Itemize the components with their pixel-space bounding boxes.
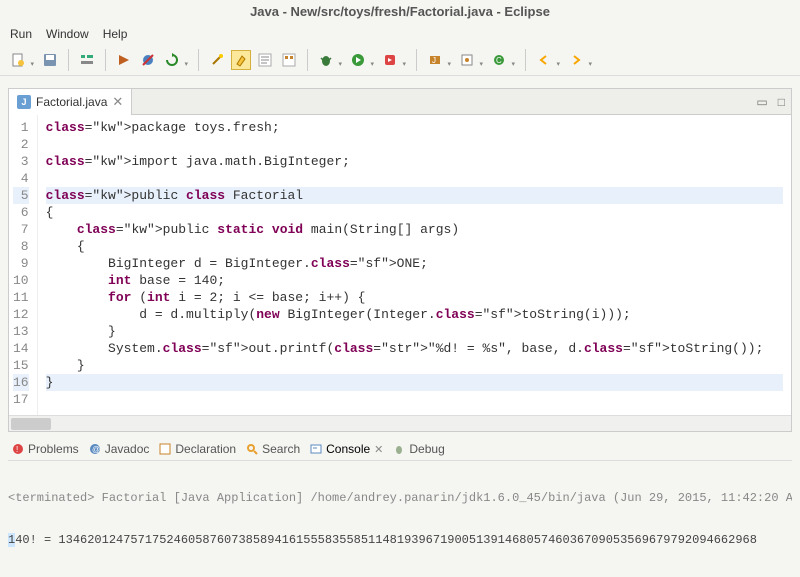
back-nav-button[interactable] <box>534 50 554 70</box>
menu-run[interactable]: Run <box>10 27 32 41</box>
horizontal-scrollbar[interactable] <box>9 415 791 431</box>
view-tab-debug[interactable]: Debug <box>393 442 444 456</box>
text-button[interactable] <box>255 50 275 70</box>
problems-icon: ! <box>12 443 24 455</box>
views-tab-bar: ! Problems @ Javadoc Declaration Search … <box>8 438 792 461</box>
new-java-button[interactable]: J <box>425 50 445 70</box>
console-output-line: 140! = 134620124757175246058760738589416… <box>8 533 792 547</box>
svg-text:C: C <box>496 56 502 65</box>
console-tab-close-icon[interactable]: ✕ <box>374 443 383 456</box>
svg-text:J: J <box>432 56 436 65</box>
new-package-button[interactable] <box>457 50 477 70</box>
debug-icon <box>393 443 405 455</box>
debug-step-button[interactable] <box>114 50 134 70</box>
menu-bar: Run Window Help <box>0 23 800 45</box>
forward-nav-button[interactable] <box>566 50 586 70</box>
view-tab-problems[interactable]: ! Problems <box>12 442 79 456</box>
toggle-breadcrumb-button[interactable] <box>77 50 97 70</box>
new-class-button[interactable]: C <box>489 50 509 70</box>
java-file-icon: J <box>17 95 31 109</box>
console-icon <box>310 443 322 455</box>
view-tab-javadoc[interactable]: @ Javadoc <box>89 442 150 456</box>
code-editor[interactable]: 1234567891011121314151617 class="kw">pac… <box>9 115 791 415</box>
highlight-button[interactable] <box>231 50 251 70</box>
menu-window[interactable]: Window <box>46 27 89 41</box>
editor-area: J Factorial.java ✕ ▭ □ 12345678910111213… <box>8 88 792 432</box>
new-button[interactable] <box>8 50 28 70</box>
declaration-icon <box>159 443 171 455</box>
view-tab-search[interactable]: Search <box>246 442 300 456</box>
main-toolbar: J C <box>0 45 800 76</box>
run-button[interactable] <box>348 50 368 70</box>
save-button[interactable] <box>40 50 60 70</box>
view-tab-console[interactable]: Console ✕ <box>310 442 383 456</box>
javadoc-icon: @ <box>89 443 101 455</box>
debug-button[interactable] <box>316 50 336 70</box>
console-status-line: <terminated> Factorial [Java Application… <box>8 491 792 505</box>
editor-tab-label: Factorial.java <box>36 95 107 109</box>
menu-help[interactable]: Help <box>103 27 128 41</box>
line-number-gutter: 1234567891011121314151617 <box>9 115 38 415</box>
console-output[interactable]: <terminated> Factorial [Java Application… <box>8 461 792 577</box>
package-button[interactable] <box>279 50 299 70</box>
skip-breakpoints-button[interactable] <box>138 50 158 70</box>
editor-tab-factorial[interactable]: J Factorial.java ✕ <box>9 89 132 115</box>
refresh-button[interactable] <box>162 50 182 70</box>
svg-text:!: ! <box>16 445 18 454</box>
minimize-view-icon[interactable]: ▭ <box>756 95 767 109</box>
run-external-button[interactable] <box>380 50 400 70</box>
view-tab-declaration[interactable]: Declaration <box>159 442 236 456</box>
search-icon <box>246 443 258 455</box>
editor-tab-bar: J Factorial.java ✕ ▭ □ <box>9 89 791 115</box>
window-title: Java - New/src/toys/fresh/Factorial.java… <box>0 0 800 23</box>
maximize-view-icon[interactable]: □ <box>778 95 785 109</box>
wand-button[interactable] <box>207 50 227 70</box>
tab-close-icon[interactable]: ✕ <box>112 94 123 110</box>
bottom-panel: ! Problems @ Javadoc Declaration Search … <box>8 438 792 577</box>
code-content[interactable]: class="kw">package toys.fresh; class="kw… <box>38 115 791 415</box>
svg-text:@: @ <box>92 445 100 454</box>
